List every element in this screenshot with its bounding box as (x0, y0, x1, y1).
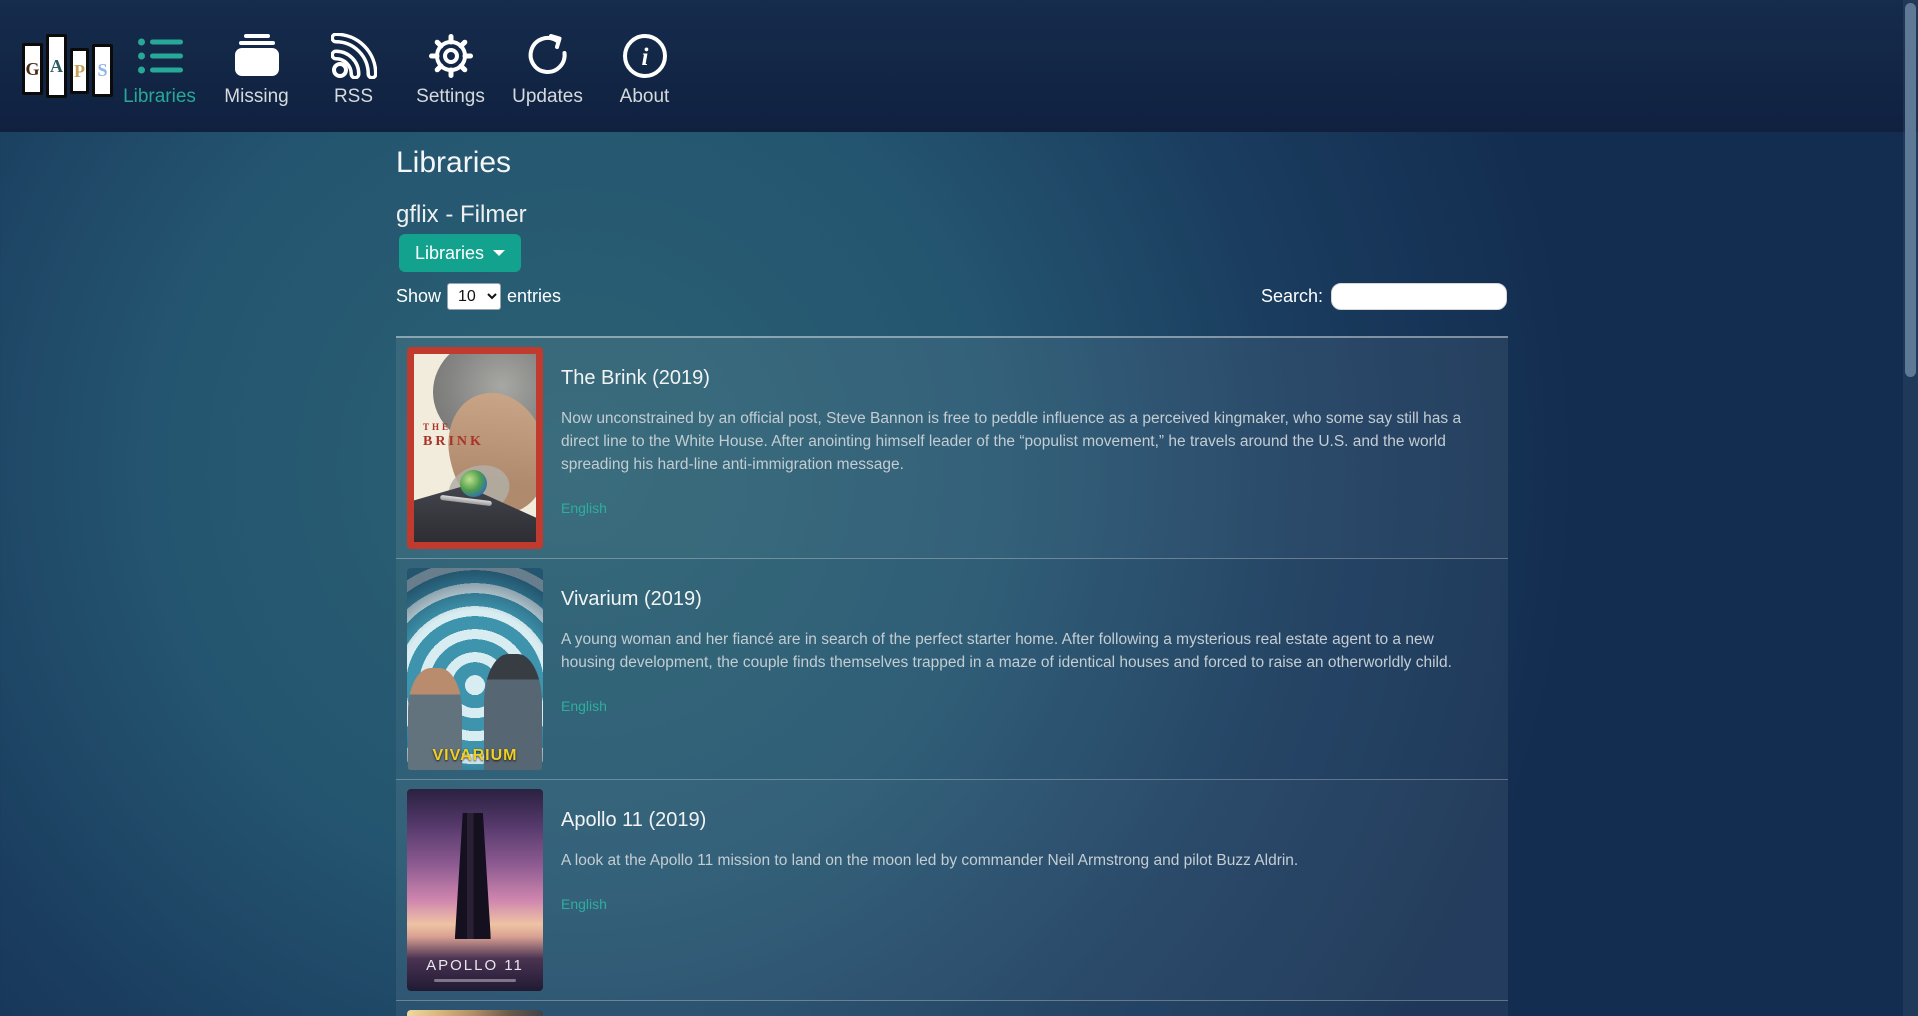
nav-label-libraries: Libraries (123, 86, 196, 108)
poster-title-text: APOLLO 11 (407, 957, 543, 974)
poster-art-launch-tower (455, 813, 491, 939)
show-label: Show (396, 286, 441, 307)
movie-poster-partial (407, 1010, 543, 1016)
page-length-select[interactable]: 10 (447, 283, 501, 310)
svg-text:i: i (641, 44, 648, 71)
search-control: Search: (1261, 283, 1507, 310)
movie-title: Vivarium (2019) (561, 588, 1479, 611)
libraries-dropdown-button[interactable]: Libraries (399, 234, 521, 272)
nav-item-settings[interactable]: Settings (402, 0, 499, 132)
scrollbar-thumb[interactable] (1905, 3, 1916, 377)
refresh-icon (525, 30, 571, 82)
movie-description: A young woman and her fiancé are in sear… (561, 628, 1479, 674)
table-row[interactable]: APOLLO 11 Apollo 11 (2019) A look at the… (396, 780, 1508, 1001)
rss-icon (331, 30, 377, 82)
library-name-subtitle: gflix - Filmer (396, 201, 527, 229)
movie-info: Apollo 11 (2019) A look at the Apollo 11… (561, 789, 1298, 991)
movie-language-link[interactable]: English (561, 698, 607, 714)
movie-language-link[interactable]: English (561, 500, 607, 516)
search-label: Search: (1261, 286, 1323, 307)
scrollbar-track[interactable] (1903, 0, 1918, 1016)
movie-table: THE BRINK The Brink (2019) Now unconstra… (396, 336, 1508, 1016)
chevron-down-icon (493, 250, 505, 256)
nav-item-libraries[interactable]: Libraries (111, 0, 208, 132)
logo-letter-a: A (46, 34, 67, 98)
nav-item-missing[interactable]: Missing (208, 0, 305, 132)
poster-title-text: THE BRINK (423, 422, 484, 451)
poster-tagline-bar (434, 979, 516, 982)
nav-label-missing: Missing (224, 86, 288, 108)
list-icon (137, 30, 183, 82)
nav-item-rss[interactable]: RSS (305, 0, 402, 132)
page-title: Libraries (396, 146, 511, 180)
libraries-dropdown-label: Libraries (415, 243, 484, 264)
nav-label-settings: Settings (416, 86, 485, 108)
movie-info: Vivarium (2019) A young woman and her fi… (561, 568, 1479, 770)
movie-description: A look at the Apollo 11 mission to land … (561, 849, 1298, 872)
top-navbar: G A P S Libraries Miss (0, 0, 1918, 132)
movie-title: Apollo 11 (2019) (561, 809, 1298, 832)
movie-poster-apollo-11: APOLLO 11 (407, 789, 543, 991)
table-row[interactable]: THE BRINK The Brink (2019) Now unconstra… (396, 338, 1508, 559)
table-row[interactable]: VIVARIUM Vivarium (2019) A young woman a… (396, 559, 1508, 780)
logo-letter-p: P (70, 48, 89, 94)
gear-icon (428, 30, 474, 82)
movie-info: The Brink (2019) Now unconstrained by an… (561, 347, 1479, 549)
movie-poster-vivarium: VIVARIUM (407, 568, 543, 770)
nav-label-about: About (620, 86, 670, 108)
poster-title-text: VIVARIUM (407, 747, 543, 765)
nav-label-updates: Updates (512, 86, 583, 108)
nav-item-about[interactable]: i About (596, 0, 693, 132)
nav-label-rss: RSS (334, 86, 373, 108)
poster-art-globe (460, 470, 487, 497)
table-row[interactable] (396, 1001, 1508, 1016)
info-icon: i (622, 30, 668, 82)
movie-language-link[interactable]: English (561, 896, 607, 912)
page-length-control: Show 10 entries (396, 283, 561, 310)
movie-title: The Brink (2019) (561, 367, 1479, 390)
inbox-stack-icon (233, 30, 281, 82)
logo-letter-s: S (92, 44, 113, 97)
movie-description: Now unconstrained by an official post, S… (561, 407, 1479, 476)
nav-menu: Libraries Missing (111, 0, 693, 132)
logo-letter-g: G (22, 43, 43, 95)
search-input[interactable] (1331, 283, 1507, 310)
entries-label: entries (507, 286, 561, 307)
movie-poster-the-brink: THE BRINK (407, 347, 543, 549)
nav-item-updates[interactable]: Updates (499, 0, 596, 132)
